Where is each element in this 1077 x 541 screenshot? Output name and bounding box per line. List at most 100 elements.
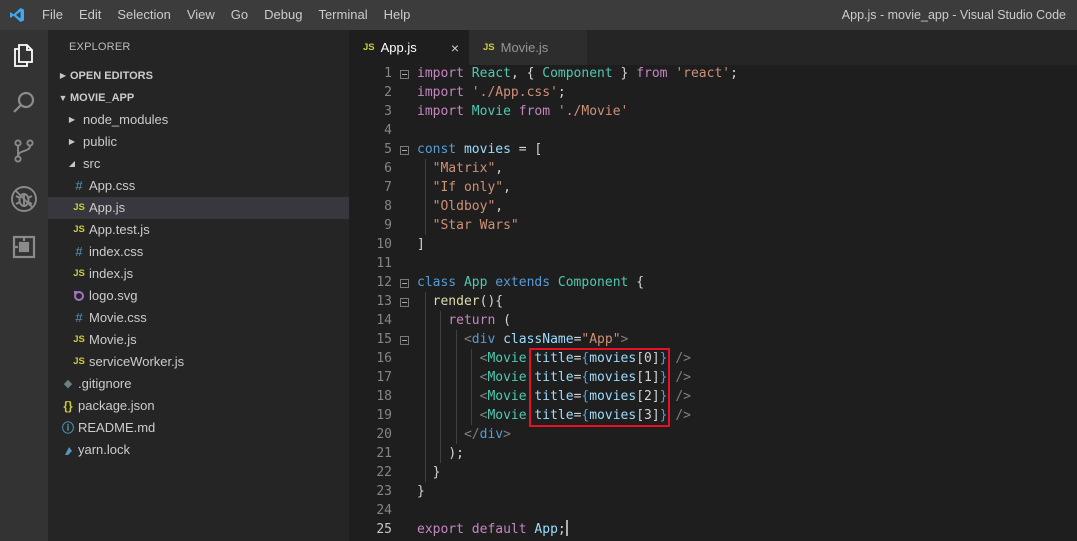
fold-toggle-icon[interactable]: [400, 298, 409, 307]
tree-item-gitignore[interactable]: ◆ .gitignore: [48, 373, 349, 395]
line-number: 12: [376, 275, 392, 290]
tree-item-package-json[interactable]: {} package.json: [48, 395, 349, 417]
tree-item-node-modules[interactable]: ▶ node_modules: [48, 109, 349, 131]
tab-label: Movie.js: [500, 40, 549, 55]
fold-toggle-icon[interactable]: [400, 336, 409, 345]
text-cursor: [565, 520, 568, 536]
search-icon[interactable]: [0, 79, 48, 127]
window-title: App.js - movie_app - Visual Studio Code: [841, 8, 1066, 22]
tree-item-public[interactable]: ▶ public: [48, 131, 349, 153]
code-line: 7 "If only",: [349, 178, 1077, 197]
tree-item-app-test-js[interactable]: JS App.test.js: [48, 219, 349, 241]
code-line: 5 const movies = [: [349, 140, 1077, 159]
code-line: 3 import Movie from './Movie': [349, 102, 1077, 121]
code-text: const movies = [: [417, 142, 543, 157]
menu-file[interactable]: File: [34, 0, 71, 30]
menu-go[interactable]: Go: [223, 0, 256, 30]
line-number: 4: [384, 123, 392, 138]
line-number: 1: [384, 66, 392, 81]
code-text: }: [417, 484, 425, 499]
tree-item-logo-svg[interactable]: logo.svg: [48, 285, 349, 307]
project-header[interactable]: ▼ MOVIE_APP: [48, 87, 349, 109]
line-number: 17: [376, 370, 392, 385]
tree-item-label: serviceWorker.js: [89, 354, 185, 369]
tree-item-label: src: [83, 156, 101, 171]
js-file-icon: JS: [73, 268, 85, 279]
tree-item-label: App.css: [89, 178, 136, 193]
code-line: 8 "Oldboy",: [349, 197, 1077, 216]
code-line: 6 "Matrix",: [349, 159, 1077, 178]
code-text: "If only",: [432, 180, 511, 195]
line-number: 9: [384, 218, 392, 233]
tree-item-src[interactable]: ◢ src: [48, 153, 349, 175]
chevron-down-icon: ◢: [68, 159, 76, 168]
menu-debug[interactable]: Debug: [256, 0, 310, 30]
tree-item-label: Movie.js: [89, 332, 137, 347]
css-file-icon: #: [75, 178, 83, 193]
fold-toggle-icon[interactable]: [400, 70, 409, 79]
tree-item-serviceworker-js[interactable]: JS serviceWorker.js: [48, 351, 349, 373]
code-line: 12 class App extends Component {: [349, 273, 1077, 292]
tree-item-label: Movie.css: [89, 310, 147, 325]
tree-item-label: logo.svg: [89, 288, 138, 303]
tree-item-index-css[interactable]: # index.css: [48, 241, 349, 263]
css-file-icon: #: [75, 310, 83, 325]
line-number: 20: [376, 427, 392, 442]
extensions-icon[interactable]: [0, 223, 48, 271]
open-editors-header[interactable]: ▶ OPEN EDITORS: [48, 65, 349, 87]
fold-toggle-icon[interactable]: [400, 279, 409, 288]
tree-item-app-css[interactable]: # App.css: [48, 175, 349, 197]
tree-item-app-js[interactable]: JS App.js: [48, 197, 349, 219]
line-number: 24: [376, 503, 392, 518]
tree-item-movie-css[interactable]: # Movie.css: [48, 307, 349, 329]
tree-item-label: package.json: [78, 398, 155, 413]
code-line: 11: [349, 254, 1077, 273]
tree-item-readme-md[interactable]: ⓘ README.md: [48, 417, 349, 439]
code-text: "Matrix",: [432, 161, 504, 176]
chevron-right-icon: ▶: [59, 71, 67, 80]
code-line: 18 <Movie title={movies[2]} />: [349, 387, 1077, 406]
tab-app-js[interactable]: JS App.js ×: [349, 30, 469, 65]
debug-icon[interactable]: [0, 175, 48, 223]
line-number: 5: [384, 142, 392, 157]
vscode-logo-icon: [0, 0, 34, 30]
tab-movie-js[interactable]: JS Movie.js: [469, 30, 587, 65]
chevron-right-icon: ▶: [68, 137, 76, 146]
line-number: 23: [376, 484, 392, 499]
code-line: 15 <div className="App">: [349, 330, 1077, 349]
line-number: 14: [376, 313, 392, 328]
file-tree: ▶ node_modules ▶ public ◢ src # App.css JS App.js…: [48, 109, 349, 461]
code-text: export default App;: [417, 520, 568, 537]
git-file-icon: ◆: [63, 378, 73, 390]
line-number: 22: [376, 465, 392, 480]
activity-bar: [0, 30, 48, 541]
tree-item-yarn-lock[interactable]: yarn.lock: [48, 439, 349, 461]
files-icon[interactable]: [0, 31, 48, 79]
tab-label: App.js: [380, 40, 417, 55]
line-number: 6: [384, 161, 392, 176]
code-line: 10]: [349, 235, 1077, 254]
code-line: 16 <Movie title={movies[0]} />: [349, 349, 1077, 368]
svg-file-icon: [71, 290, 87, 302]
source-control-icon[interactable]: [0, 127, 48, 175]
close-icon[interactable]: ×: [451, 40, 459, 56]
code-text: render(){: [432, 294, 504, 309]
menu-view[interactable]: View: [179, 0, 223, 30]
fold-toggle-icon[interactable]: [400, 146, 409, 155]
code-text: </div>: [463, 427, 511, 442]
code-line: 22 }: [349, 463, 1077, 482]
code-text: return (: [448, 313, 511, 328]
menu-terminal[interactable]: Terminal: [310, 0, 375, 30]
tree-item-label: public: [83, 134, 117, 149]
tree-item-movie-js[interactable]: JS Movie.js: [48, 329, 349, 351]
tree-item-index-js[interactable]: JS index.js: [48, 263, 349, 285]
menu-selection[interactable]: Selection: [109, 0, 178, 30]
code-editor[interactable]: 1 import React, { Component } from 'react…: [349, 65, 1077, 541]
menu-edit[interactable]: Edit: [71, 0, 109, 30]
menu-help[interactable]: Help: [376, 0, 419, 30]
code-text: ]: [417, 237, 425, 252]
line-number: 13: [376, 294, 392, 309]
line-number: 18: [376, 389, 392, 404]
code-line: 9 "Star Wars": [349, 216, 1077, 235]
editor-tabs: JS App.js × JS Movie.js: [349, 30, 1077, 65]
